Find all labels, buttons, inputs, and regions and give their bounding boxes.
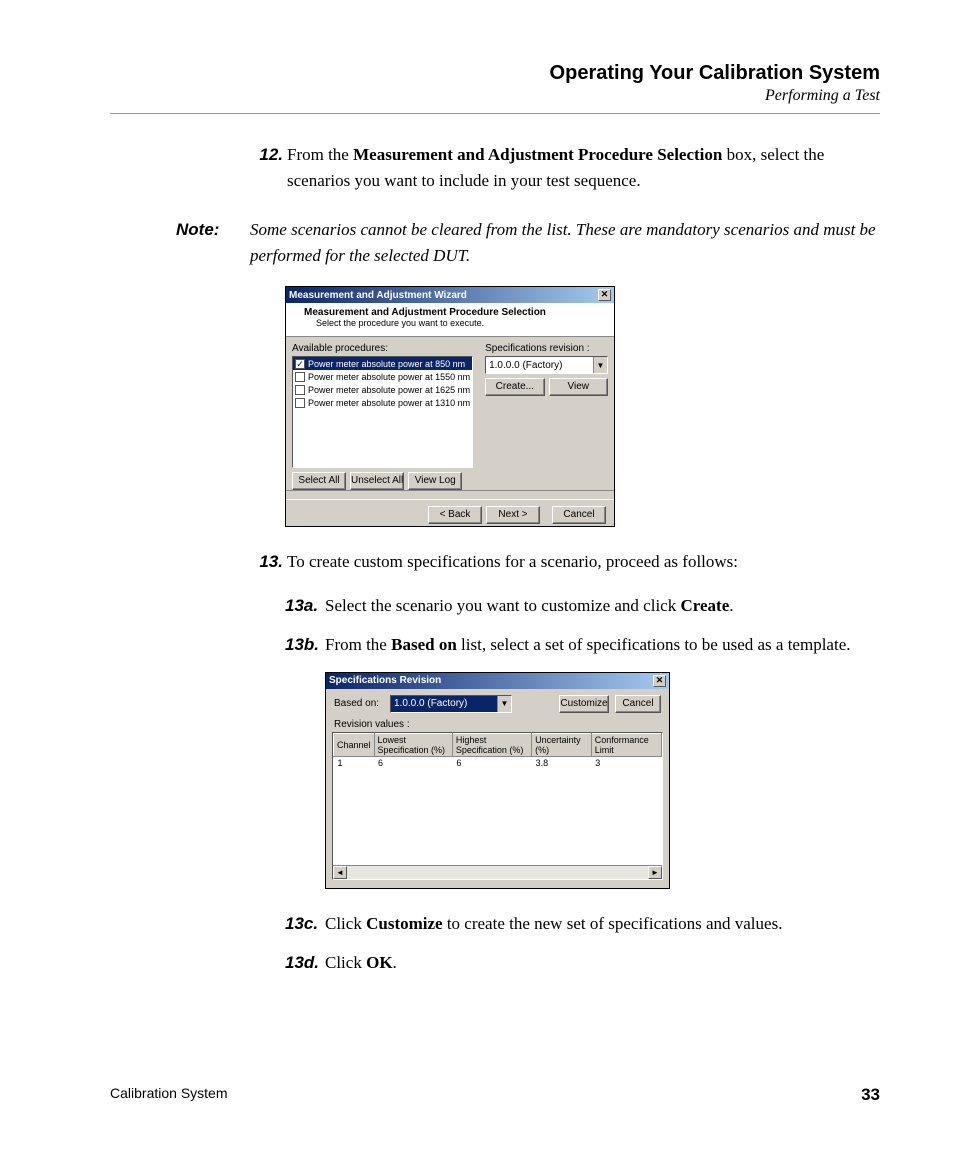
revision-table[interactable]: Channel Lowest Specification (%) Highest… <box>332 732 663 880</box>
step-number: 12. <box>250 142 283 193</box>
horizontal-scrollbar[interactable]: ◄ ► <box>333 865 662 879</box>
measurement-wizard-dialog: Measurement and Adjustment Wizard ✕ Meas… <box>285 286 615 527</box>
checkbox-icon[interactable] <box>295 372 305 382</box>
spec-revision-label: Specifications revision : <box>485 343 608 354</box>
cancel-button[interactable]: Cancel <box>615 695 661 713</box>
section-title: Performing a Test <box>110 87 880 105</box>
col-uncertainty[interactable]: Uncertainty (%) <box>532 733 592 756</box>
close-button[interactable]: ✕ <box>598 289 611 301</box>
step-13d: 13d. Click OK. <box>285 950 880 976</box>
procedure-item[interactable]: Power meter absolute power at 1550 nm <box>293 370 472 383</box>
view-button[interactable]: View <box>549 378 608 396</box>
scroll-right-icon[interactable]: ► <box>648 866 662 879</box>
back-button[interactable]: < Back <box>428 506 482 524</box>
step-13b: 13b. From the Based on list, select a se… <box>285 632 880 658</box>
page-footer: Calibration System 33 <box>110 1085 880 1105</box>
scroll-left-icon[interactable]: ◄ <box>333 866 347 879</box>
chapter-title: Operating Your Calibration System <box>110 62 880 85</box>
checkbox-icon[interactable]: ✓ <box>295 359 305 369</box>
step-13a: 13a. Select the scenario you want to cus… <box>285 593 880 619</box>
note-text: Some scenarios cannot be cleared from th… <box>250 217 880 268</box>
select-all-button[interactable]: Select All <box>292 472 346 490</box>
table-row[interactable]: 1 6 6 3.8 3 <box>334 756 662 769</box>
step-13: 13. To create custom specifications for … <box>250 549 880 575</box>
cancel-button[interactable]: Cancel <box>552 506 606 524</box>
next-button[interactable]: Next > <box>486 506 540 524</box>
customize-button[interactable]: Customize <box>559 695 609 713</box>
note-label: Note: <box>176 217 250 268</box>
col-channel[interactable]: Channel <box>334 733 375 756</box>
dialog-title: Measurement and Adjustment Wizard <box>289 290 598 301</box>
step-number: 13. <box>250 549 283 575</box>
col-highest[interactable]: Highest Specification (%) <box>452 733 531 756</box>
substep-number: 13d. <box>285 950 325 976</box>
dialog-banner: Measurement and Adjustment Procedure Sel… <box>286 303 614 337</box>
procedure-item[interactable]: ✓ Power meter absolute power at 850 nm <box>293 357 472 370</box>
substep-number: 13c. <box>285 911 325 937</box>
spec-revision-combo[interactable]: 1.0.0.0 (Factory) ▼ <box>485 356 608 374</box>
dialog-titlebar[interactable]: Measurement and Adjustment Wizard ✕ <box>286 287 614 303</box>
view-log-button[interactable]: View Log <box>408 472 462 490</box>
table-header-row: Channel Lowest Specification (%) Highest… <box>334 733 662 756</box>
page-number: 33 <box>861 1085 880 1105</box>
procedure-item[interactable]: Power meter absolute power at 1625 nm <box>293 383 472 396</box>
substep-number: 13b. <box>285 632 325 658</box>
dialog-titlebar[interactable]: Specifications Revision ✕ <box>326 673 669 689</box>
specifications-revision-dialog: Specifications Revision ✕ Based on: 1.0.… <box>325 672 670 889</box>
checkbox-icon[interactable] <box>295 398 305 408</box>
procedure-item[interactable]: Power meter absolute power at 1310 nm <box>293 396 472 409</box>
chevron-down-icon[interactable]: ▼ <box>497 696 511 712</box>
banner-title: Measurement and Adjustment Procedure Sel… <box>304 307 596 318</box>
note-block: Note: Some scenarios cannot be cleared f… <box>176 217 880 268</box>
available-procedures-label: Available procedures: <box>292 343 473 354</box>
col-conformance[interactable]: Conformance Limit <box>591 733 661 756</box>
procedures-listbox[interactable]: ✓ Power meter absolute power at 850 nm P… <box>292 356 473 468</box>
step-body: To create custom specifications for a sc… <box>287 549 880 575</box>
footer-doc-title: Calibration System <box>110 1085 228 1105</box>
step-13c: 13c. Click Customize to create the new s… <box>285 911 880 937</box>
create-button[interactable]: Create... <box>485 378 544 396</box>
substep-number: 13a. <box>285 593 325 619</box>
chevron-down-icon[interactable]: ▼ <box>593 357 607 373</box>
step-body: From the Measurement and Adjustment Proc… <box>287 142 880 193</box>
checkbox-icon[interactable] <box>295 385 305 395</box>
banner-subtitle: Select the procedure you want to execute… <box>316 318 596 328</box>
step-12: 12. From the Measurement and Adjustment … <box>250 142 880 193</box>
based-on-label: Based on: <box>334 698 384 709</box>
revision-values-label: Revision values : <box>326 715 669 732</box>
unselect-all-button[interactable]: Unselect All <box>350 472 404 490</box>
based-on-combo[interactable]: 1.0.0.0 (Factory) ▼ <box>390 695 512 713</box>
dialog-title: Specifications Revision <box>329 675 653 686</box>
col-lowest[interactable]: Lowest Specification (%) <box>374 733 452 756</box>
page-header: Operating Your Calibration System Perfor… <box>110 62 880 114</box>
close-button[interactable]: ✕ <box>653 675 666 687</box>
